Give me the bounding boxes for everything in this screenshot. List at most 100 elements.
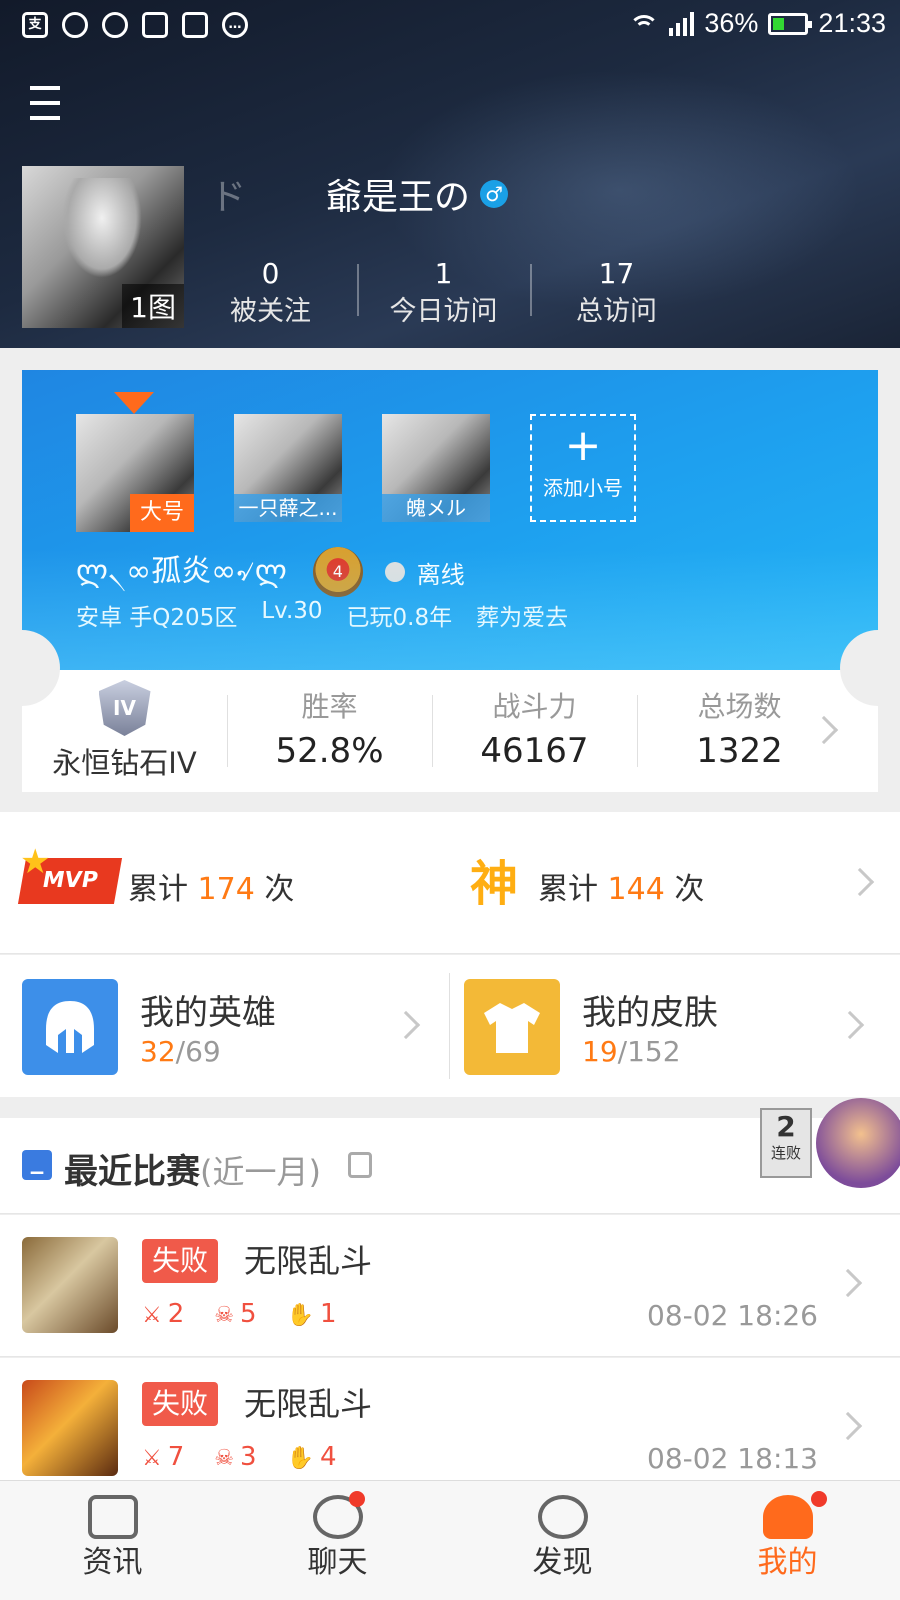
stat-value: 1: [434, 257, 453, 290]
tab-me[interactable]: 我的: [675, 1481, 900, 1600]
lock-icon[interactable]: [348, 1152, 372, 1178]
notification-icons: 支 …: [22, 12, 248, 38]
rank-stat-label: 战斗力: [492, 690, 577, 723]
male-icon: ♂: [480, 180, 509, 208]
tab-label: 发现: [532, 1545, 593, 1580]
stat-followers[interactable]: 0 被关注: [184, 256, 357, 336]
skins-title: 我的皮肤: [582, 993, 718, 1033]
unread-dot: [811, 1491, 827, 1507]
hand-icon: ✋: [286, 1446, 314, 1471]
tab-discover[interactable]: 发现: [450, 1481, 675, 1600]
stat-total-visits[interactable]: 17 总访问: [530, 256, 703, 336]
profile-icon: [762, 1495, 813, 1539]
username-text: 爺是王の: [326, 177, 471, 218]
role-clan: 葬为爱去: [476, 605, 569, 631]
tab-chat[interactable]: 聊天: [225, 1481, 450, 1600]
qq-icon: [102, 12, 128, 38]
heroes-title: 我的英雄: [140, 993, 276, 1033]
heroes-progress: 32/69: [140, 1035, 221, 1068]
plus-icon: +: [564, 420, 602, 471]
god-badge-icon: 神: [469, 856, 518, 912]
helmet-icon: [22, 979, 118, 1075]
streak-number: 2: [776, 1110, 796, 1143]
recent-title: 最近比赛(近一月): [64, 1144, 321, 1193]
collections-row: 我的英雄 32/69 我的皮肤 19/152: [0, 955, 900, 1097]
awards-row[interactable]: MVP ★ 累计 174 次 神 累计 144 次: [0, 812, 900, 954]
streak-avatar: [816, 1098, 900, 1188]
assists: ✋ 1: [286, 1299, 337, 1329]
match-row[interactable]: 失败 无限乱斗 ⚔ 7 ☠ 3 ✋ 4 08-02 18:13: [0, 1358, 900, 1500]
selected-pointer: [114, 392, 154, 414]
account-switcher: 大号 一只薛之... 魄メル + 添加小号: [76, 392, 636, 532]
rank-tier-name: 永恒钻石IV: [52, 746, 197, 780]
tab-label: 聊天: [307, 1545, 368, 1580]
tab-news[interactable]: 资讯: [0, 1481, 225, 1600]
account-sub-1[interactable]: 一只薛之...: [234, 396, 342, 522]
rank-stat-label: 总场数: [697, 690, 782, 723]
role-level: Lv.30: [261, 598, 323, 624]
heroes-total: 69: [185, 1035, 221, 1068]
stat-value: 0: [261, 257, 280, 290]
status-bar: 支 … 36% 21:33: [0, 0, 900, 52]
wifi-icon: [629, 13, 660, 35]
match-kda: ⚔ 2 ☠ 5 ✋ 1: [142, 1299, 337, 1329]
hero-avatar: [22, 1380, 118, 1476]
god-number: 144: [607, 872, 665, 907]
bottom-tab-bar: 资讯 聊天 发现 我的: [0, 1480, 900, 1600]
shirt-icon: [464, 979, 560, 1075]
rank-stat-value: 46167: [480, 731, 589, 771]
kills: ⚔ 2: [142, 1299, 185, 1329]
heroes-owned: 32: [140, 1035, 176, 1068]
god-prefix: 累计: [538, 872, 598, 907]
match-row[interactable]: 失败 无限乱斗 ⚔ 2 ☠ 5 ✋ 1 08-02 18:26: [0, 1215, 900, 1357]
username: ド 爺是王の ♂: [210, 168, 509, 220]
profile-header: 支 … 36% 21:33 1图 ド 爺是王の ♂ 0 被关注 1 今日访问 1…: [0, 0, 900, 348]
rank-winrate: 胜率 52.8%: [227, 687, 432, 775]
profile-avatar[interactable]: 1图: [22, 166, 184, 328]
account-sub-2[interactable]: 魄メル: [382, 396, 490, 522]
deaths: ☠ 3: [214, 1442, 257, 1472]
stat-label: 总访问: [576, 296, 657, 327]
match-mode: 无限乱斗: [244, 1242, 373, 1280]
mvp-prefix: 累计: [128, 872, 188, 907]
chevron-right-icon: [833, 1411, 863, 1441]
add-account-label: 添加小号: [543, 476, 623, 500]
skull-icon: ☠: [214, 1446, 235, 1471]
rank-stat-value: 1322: [696, 731, 783, 771]
sword-icon: ⚔: [142, 1303, 162, 1328]
calendar-icon: ▁: [22, 1150, 52, 1180]
username-prefix: ド: [210, 177, 247, 218]
match-kda: ⚔ 7 ☠ 3 ✋ 4: [142, 1442, 337, 1472]
role-info: 安卓 手Q205区 Lv.30 已玩0.8年 葬为爱去: [76, 598, 568, 632]
mvp-suffix: 次: [264, 872, 295, 907]
match-result: 失败: [142, 1382, 219, 1426]
grid-icon: [182, 12, 208, 38]
rank-power: 战斗力 46167: [432, 687, 637, 775]
tab-label: 我的: [757, 1545, 818, 1580]
my-skins[interactable]: 我的皮肤 19/152: [450, 955, 900, 1097]
discover-icon: [537, 1495, 588, 1539]
my-heroes[interactable]: 我的英雄 32/69: [0, 955, 450, 1097]
skins-owned: 19: [582, 1035, 618, 1068]
skins-total: 152: [627, 1035, 681, 1068]
add-account-button[interactable]: + 添加小号: [530, 414, 636, 522]
chevron-right-icon: [833, 1268, 863, 1298]
rank-stats[interactable]: IV 永恒钻石IV 胜率 52.8% 战斗力 46167 总场数 1322: [22, 670, 878, 792]
more-icon: …: [222, 12, 248, 38]
stat-today-visits[interactable]: 1 今日访问: [357, 256, 530, 336]
streak-tag: 2 连败: [760, 1108, 812, 1178]
photo-count: 1图: [122, 284, 184, 328]
q-icon: [62, 12, 88, 38]
chevron-right-icon: [391, 1010, 421, 1040]
rank-stat-value: 52.8%: [275, 731, 384, 771]
account-main[interactable]: 大号: [76, 392, 194, 532]
signal-icon: [669, 11, 695, 36]
streak-label: 连败: [770, 1144, 801, 1162]
deaths: ☠ 5: [214, 1299, 257, 1329]
match-result: 失败: [142, 1239, 219, 1283]
image-icon: [142, 12, 168, 38]
rank-stat-label: 胜率: [301, 690, 358, 723]
losing-streak-badge: 2 连败: [760, 1098, 900, 1194]
news-icon: [87, 1495, 138, 1539]
menu-icon[interactable]: [30, 86, 60, 120]
